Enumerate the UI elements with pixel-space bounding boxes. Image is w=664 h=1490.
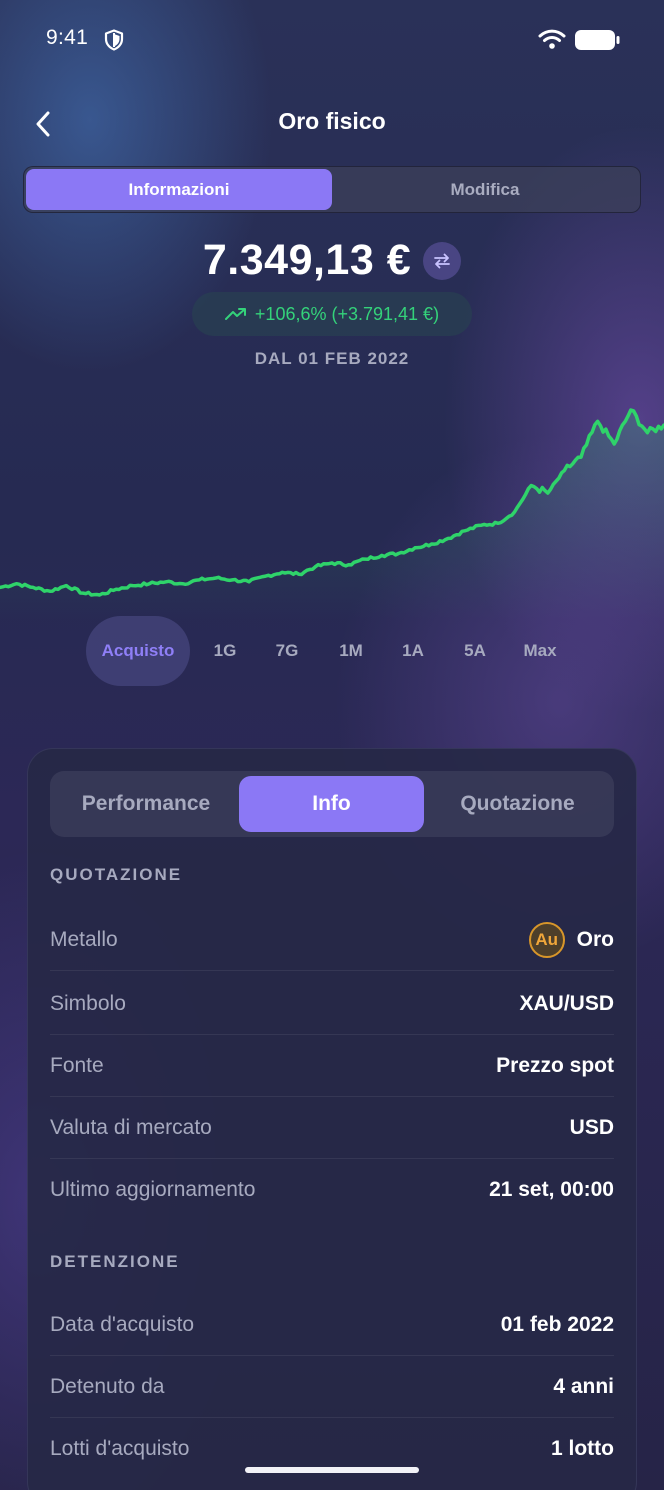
swap-arrows-icon [434,253,451,268]
shield-icon [104,29,124,51]
range-7g[interactable]: 7G [272,616,302,686]
top-segmented-control: Informazioni Modifica [23,166,641,213]
row-label: Metallo [50,927,118,951]
home-indicator [245,1467,419,1473]
row-label: Lotti d'acquisto [50,1437,190,1460]
row-fonte: Fonte Prezzo spot [50,1035,614,1097]
row-label: Fonte [50,1053,104,1077]
tab-performance[interactable]: Performance [55,776,237,832]
swap-currency-button[interactable] [423,241,462,280]
row-value: 21 set, 00:00 [489,1178,614,1201]
range-selector: Acquisto 1G 7G 1M 1A 5A Max [86,616,560,686]
row-value: Prezzo spot [496,1053,614,1077]
details-tabs: Performance Info Quotazione [50,771,614,837]
row-label: Ultimo aggiornamento [50,1178,256,1201]
row-value: 1 lotto [551,1437,614,1460]
row-label: Simbolo [50,991,126,1015]
chart-area-fill [0,410,664,620]
row-label: Detenuto da [50,1374,165,1398]
section-heading-detenzione: DETENZIONE [50,1252,180,1271]
row-detenuto-da: Detenuto da 4 anni [50,1356,614,1418]
since-date: DAL 01 FEB 2022 [254,349,410,368]
section-heading-quotazione: QUOTAZIONE [50,865,183,884]
row-label: Data d'acquisto [50,1312,195,1336]
status-time: 9:41 [46,26,89,49]
tab-informazioni[interactable]: Informazioni [26,169,332,210]
row-value: USD [569,1115,614,1139]
row-value: 01 feb 2022 [500,1312,614,1336]
row-data-acquisto: Data d'acquisto 01 feb 2022 [50,1294,614,1356]
current-value: 7.349,13 € [202,236,412,284]
row-metallo: Metallo Au Oro [50,909,614,971]
metal-name: Oro [576,927,614,951]
row-ultimo-aggiornamento: Ultimo aggiornamento 21 set, 00:00 [50,1159,614,1221]
battery-icon [575,30,620,50]
tab-info[interactable]: Info [239,776,424,832]
row-valuta: Valuta di mercato USD [50,1097,614,1159]
price-chart[interactable] [0,390,664,620]
tab-quotazione[interactable]: Quotazione [426,776,609,832]
range-1a[interactable]: 1A [398,616,428,686]
row-value: Au Oro [528,921,614,958]
wifi-icon [538,29,566,49]
row-value: 4 anni [553,1374,614,1398]
range-acquisto[interactable]: Acquisto [86,616,190,686]
change-badge: +106,6% (+3.791,41 €) [192,292,472,336]
value-row: 7.349,13 € [0,236,664,285]
range-1g[interactable]: 1G [210,616,240,686]
row-simbolo: Simbolo XAU/USD [50,973,614,1035]
range-5a[interactable]: 5A [460,616,490,686]
row-value: XAU/USD [519,991,614,1015]
range-1m[interactable]: 1M [334,616,368,686]
page-title: Oro fisico [278,108,386,134]
gold-au-icon: Au [528,921,565,958]
range-max[interactable]: Max [520,616,560,686]
trending-up-icon [224,308,246,320]
change-text: +106,6% (+3.791,41 €) [254,303,440,324]
tab-modifica[interactable]: Modifica [332,169,638,210]
row-label: Valuta di mercato [50,1115,212,1139]
